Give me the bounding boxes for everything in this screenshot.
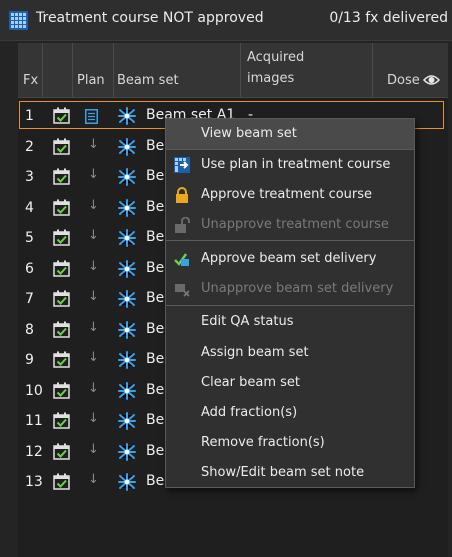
calendar-check-icon [53,107,70,124]
menu-item-edit-qa-status[interactable]: Edit QA status [166,307,414,337]
menu-separator [166,305,414,306]
beam-set-icon [118,259,136,278]
fraction-number: 5 [25,230,34,246]
fraction-number: 4 [25,199,34,216]
column-header-beam-set[interactable]: Beam set [114,43,241,97]
context-menu: View beam set Use plan in treatment cour… [165,118,415,488]
menu-item-unapprove-course: Unapprove treatment course [166,210,414,240]
column-header-fx[interactable]: Fx [18,43,43,97]
menu-item-approve-delivery[interactable]: Approve beam set delivery [166,244,414,274]
plan-inherit-arrow-icon: ↓ [88,350,99,365]
menu-item-unapprove-delivery: Unapprove beam set delivery [166,274,414,304]
column-header-plan[interactable]: Plan [73,43,114,97]
fraction-number: 6 [25,260,34,277]
plan-inherit-arrow-icon: ↓ [88,441,99,457]
menu-item-clear-beam-set[interactable]: Clear beam set [166,368,414,398]
fraction-number: 2 [25,138,34,155]
beam-set-icon [118,290,136,308]
fraction-number: 12 [25,443,43,460]
beam-set-icon [118,442,136,461]
plan-document-icon [85,109,98,124]
calendar-check-icon [53,351,70,368]
plan-inherit-arrow-icon: ↓ [88,289,99,304]
plan-inherit-arrow-icon: ↓ [88,228,99,243]
plan-inherit-arrow-icon: ↓ [88,167,99,182]
beam-set-icon [118,320,136,339]
eye-icon[interactable] [423,73,440,87]
unapprove-delivery-icon [175,284,190,297]
beam-set-icon [118,381,136,400]
fraction-number: 10 [25,382,43,399]
menu-item-add-fractions[interactable]: Add fraction(s) [166,398,414,428]
calendar-check-icon [53,473,70,490]
beam-set-icon [118,137,136,156]
menu-item-use-plan[interactable]: Use plan in treatment course [166,150,414,180]
beam-set-icon [118,229,136,247]
beam-set-icon [118,107,136,125]
calendar-check-icon [53,290,70,307]
beam-set-icon [118,412,136,430]
fraction-number: 13 [25,474,43,490]
use-plan-icon [174,157,190,173]
course-header: Treatment course NOT approved 0/13 fx de… [0,0,452,41]
course-status-title: Treatment course NOT approved [36,10,264,26]
beam-set-icon [118,198,136,217]
menu-separator [166,240,414,241]
table-header: Fx Plan Beam set Acquired images Dose [18,43,448,98]
beam-set-icon [118,351,136,369]
plan-inherit-arrow-icon: ↓ [88,411,99,426]
menu-item-approve-course[interactable]: Approve treatment course [166,180,414,210]
menu-item-assign-beam-set[interactable]: Assign beam set [166,338,414,368]
plan-inherit-arrow-icon: ↓ [88,472,99,487]
calendar-check-icon [53,168,70,185]
plan-inherit-arrow-icon: ↓ [88,319,99,335]
calendar-check-icon [53,199,70,216]
calendar-check-icon [53,412,70,429]
plan-inherit-arrow-icon: ↓ [88,197,99,213]
plan-inherit-arrow-icon: ↓ [88,380,99,396]
unlock-icon [175,217,190,233]
column-header-approval[interactable] [43,43,73,97]
calendar-check-icon [53,138,70,155]
lock-icon [176,187,188,203]
beam-set-icon [118,168,136,186]
plan-inherit-arrow-icon: ↓ [88,136,99,152]
fraction-number: 1 [25,108,34,124]
menu-item-beam-set-note[interactable]: Show/Edit beam set note [166,458,414,488]
column-header-dose[interactable]: Dose [373,43,448,97]
calendar-check-icon [53,229,70,246]
fraction-number: 9 [25,352,34,368]
beam-set-icon [118,473,136,491]
fraction-number: 7 [25,291,34,307]
fraction-number: 3 [25,169,34,185]
calendar-check-icon [53,321,70,338]
approve-delivery-icon [174,253,189,266]
calendar-check-icon [53,443,70,460]
menu-item-view-beam-set[interactable]: View beam set [166,119,414,149]
grid-icon [9,11,28,30]
fraction-number: 11 [25,413,43,429]
fraction-number: 8 [25,321,34,338]
column-header-acquired-images[interactable]: Acquired images [241,43,373,97]
calendar-check-icon [53,382,70,399]
calendar-check-icon [53,260,70,277]
plan-inherit-arrow-icon: ↓ [88,258,99,274]
menu-item-remove-fractions[interactable]: Remove fraction(s) [166,428,414,458]
fractions-delivered-count: 0/13 fx delivered [329,10,448,26]
